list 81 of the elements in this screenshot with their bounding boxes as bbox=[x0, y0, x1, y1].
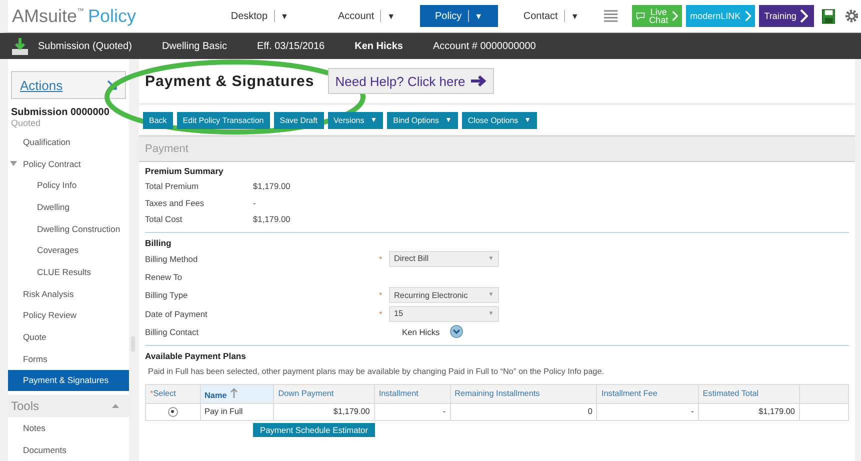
submission-status: Submission (Quoted) bbox=[38, 40, 132, 52]
required-icon: * bbox=[379, 254, 389, 264]
sort-arrow-icon bbox=[230, 388, 238, 398]
account-number: Account # 0000000000 bbox=[432, 40, 536, 52]
table-cell: $1,179.00 bbox=[274, 403, 374, 420]
link-button[interactable]: Training bbox=[758, 5, 814, 27]
sidebar-item[interactable]: Documents bbox=[8, 438, 130, 461]
required-icon: * bbox=[379, 308, 389, 319]
sidebar-item[interactable]: CLUE Results bbox=[8, 261, 130, 283]
radio-button[interactable] bbox=[168, 406, 178, 417]
field-label: Billing Type bbox=[145, 290, 189, 300]
column-header[interactable]: Installment bbox=[374, 384, 450, 404]
brand-name: AMsuite bbox=[12, 6, 78, 26]
group-title: Billing bbox=[145, 238, 172, 250]
settings-icon[interactable] bbox=[845, 9, 859, 23]
table-cell: $1,179.00 bbox=[698, 403, 800, 420]
field-label: Total Cost bbox=[145, 214, 184, 224]
sidebar-item[interactable]: Quote bbox=[8, 326, 130, 348]
sidebar-item[interactable]: Policy Review bbox=[8, 304, 130, 326]
submission-title: Submission 0000000 bbox=[11, 107, 110, 118]
submission-status: Quoted bbox=[11, 118, 42, 128]
column-header[interactable]: Installment Fee bbox=[596, 384, 698, 404]
sidebar-item[interactable]: Qualification bbox=[8, 131, 130, 153]
chevron-icon bbox=[672, 9, 678, 23]
toolbar-button[interactable]: Save Draft bbox=[274, 112, 324, 128]
expand-icon[interactable] bbox=[450, 325, 463, 338]
field-value: $1,179.00 bbox=[253, 181, 290, 192]
trademark: ™ bbox=[77, 8, 84, 14]
field-label: Billing Method bbox=[145, 254, 199, 264]
contact-name: Ken Hicks bbox=[402, 326, 441, 337]
field-value: $1,179.00 bbox=[253, 214, 290, 224]
chat-bubble-icon bbox=[636, 11, 646, 21]
page-title: Payment & Signatures bbox=[145, 72, 314, 90]
nav-tab[interactable]: Policy ▼ bbox=[420, 5, 498, 27]
save-icon[interactable] bbox=[822, 8, 836, 24]
field-label: Date of Payment bbox=[145, 308, 208, 319]
table-cell: - bbox=[596, 403, 698, 420]
sidebar-item[interactable]: Payment & Signatures bbox=[8, 370, 130, 392]
estimator-button[interactable]: Payment Schedule Estimator bbox=[253, 422, 375, 437]
section-title: Payment bbox=[145, 143, 188, 155]
sidebar-item[interactable]: Forms bbox=[8, 348, 130, 370]
field-label: Taxes and Fees bbox=[145, 198, 206, 208]
sidebar-item[interactable]: Coverages bbox=[8, 239, 130, 262]
field-label: Renew To bbox=[145, 272, 184, 282]
effective-date: Eff. 03/15/2016 bbox=[256, 40, 325, 52]
chevron-icon bbox=[744, 9, 751, 23]
sidebar-item[interactable]: Risk Analysis bbox=[8, 282, 130, 304]
chevron-icon bbox=[800, 9, 808, 23]
sidebar-item[interactable]: Notes bbox=[8, 417, 130, 439]
sidebar-item[interactable]: Policy Info bbox=[8, 174, 130, 196]
field-label: Billing Contact bbox=[145, 326, 200, 337]
toolbar-button[interactable]: Edit Policy Transaction bbox=[176, 112, 270, 128]
arrow-icon bbox=[107, 80, 118, 90]
product-name: Policy bbox=[88, 6, 136, 26]
table-cell: Pay in Full bbox=[200, 403, 274, 420]
column-header[interactable]: Name bbox=[200, 384, 274, 404]
group-title: Premium Summary bbox=[145, 166, 224, 178]
arrow-icon bbox=[471, 75, 488, 87]
sidebar-item[interactable]: Dwelling Construction bbox=[8, 218, 130, 240]
help-button[interactable]: Need Help? Click here bbox=[328, 68, 494, 94]
toolbar-button[interactable]: Back bbox=[143, 112, 173, 128]
column-header[interactable]: Estimated Total bbox=[698, 384, 800, 404]
sidebar-item[interactable]: Policy Contract bbox=[8, 152, 130, 174]
table-cell: - bbox=[374, 403, 450, 420]
menu-icon[interactable] bbox=[604, 10, 618, 22]
sidebar-item[interactable]: Dwelling bbox=[8, 196, 130, 218]
info-text: Paid in Full has been selected, other payment plans may be available by changing Paid in Full to “No” on the Policy Info page. bbox=[147, 366, 606, 378]
group-title: Available Payment Plans bbox=[145, 350, 247, 363]
download-icon bbox=[12, 38, 28, 54]
required-icon: * bbox=[379, 290, 389, 300]
tools-title: Tools bbox=[11, 399, 40, 414]
column-header[interactable]: Remaining Installments bbox=[450, 384, 597, 404]
actions-button[interactable]: Actions bbox=[11, 71, 126, 99]
column-header[interactable]: *Select bbox=[146, 384, 200, 404]
field-value: - bbox=[253, 198, 256, 208]
insured-name: Ken Hicks bbox=[354, 40, 403, 52]
expand-triangle-icon[interactable] bbox=[10, 161, 17, 166]
table-cell: 0 bbox=[450, 403, 597, 420]
column-header[interactable]: Down Payment bbox=[274, 384, 374, 404]
product-label: Dwelling Basic bbox=[162, 40, 227, 52]
field-label: Total Premium bbox=[145, 181, 200, 192]
